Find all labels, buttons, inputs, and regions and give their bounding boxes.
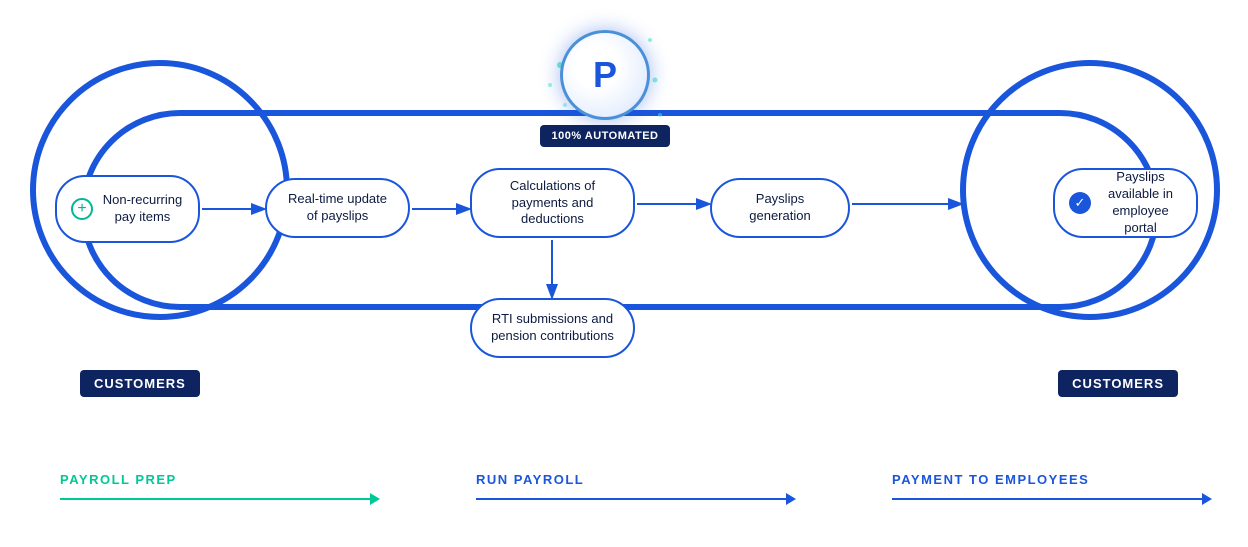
phase-payment-arrow (892, 493, 1212, 505)
diagram-container: P 100% AUTOMATED + Non-recurring pay ite… (0, 20, 1248, 440)
phase-payment-line (892, 498, 1202, 500)
customers-label-right: CUSTOMERS (1058, 370, 1178, 397)
logo-letter: P (593, 54, 617, 96)
node-non-recurring: + Non-recurring pay items (55, 175, 200, 243)
phase-payroll-prep: PAYROLL PREP (0, 472, 416, 505)
phase-run-line (476, 498, 786, 500)
phase-prep-arrow (60, 493, 380, 505)
phase-run-payroll: RUN PAYROLL (416, 472, 832, 505)
node-payslips-portal: ✓ Payslips available in employee portal (1053, 168, 1198, 238)
phase-payment-arrowhead (1202, 493, 1212, 505)
customers-label-left: CUSTOMERS (80, 370, 200, 397)
phase-prep-title: PAYROLL PREP (60, 472, 177, 487)
node-calculations: Calculations of payments and deductions (470, 168, 635, 238)
node-payslips-generation: Payslips generation (710, 178, 850, 238)
plus-icon: + (71, 198, 93, 220)
phase-prep-line (60, 498, 370, 500)
node-rti-submissions: RTI submissions and pension contribution… (470, 298, 635, 358)
phase-payment-title: PAYMENT TO EMPLOYEES (892, 472, 1089, 487)
phase-run-title: RUN PAYROLL (476, 472, 584, 487)
bottom-phases: PAYROLL PREP RUN PAYROLL PAYMENT TO EMPL… (0, 448, 1248, 528)
logo-circle: P (560, 30, 650, 120)
automated-badge: 100% AUTOMATED (540, 125, 670, 147)
phase-payment-employees: PAYMENT TO EMPLOYEES (832, 472, 1248, 505)
check-icon: ✓ (1069, 192, 1091, 214)
node-realtime-update: Real-time update of payslips (265, 178, 410, 238)
phase-run-arrowhead (786, 493, 796, 505)
phase-prep-arrowhead (370, 493, 380, 505)
phase-run-arrow (476, 493, 796, 505)
